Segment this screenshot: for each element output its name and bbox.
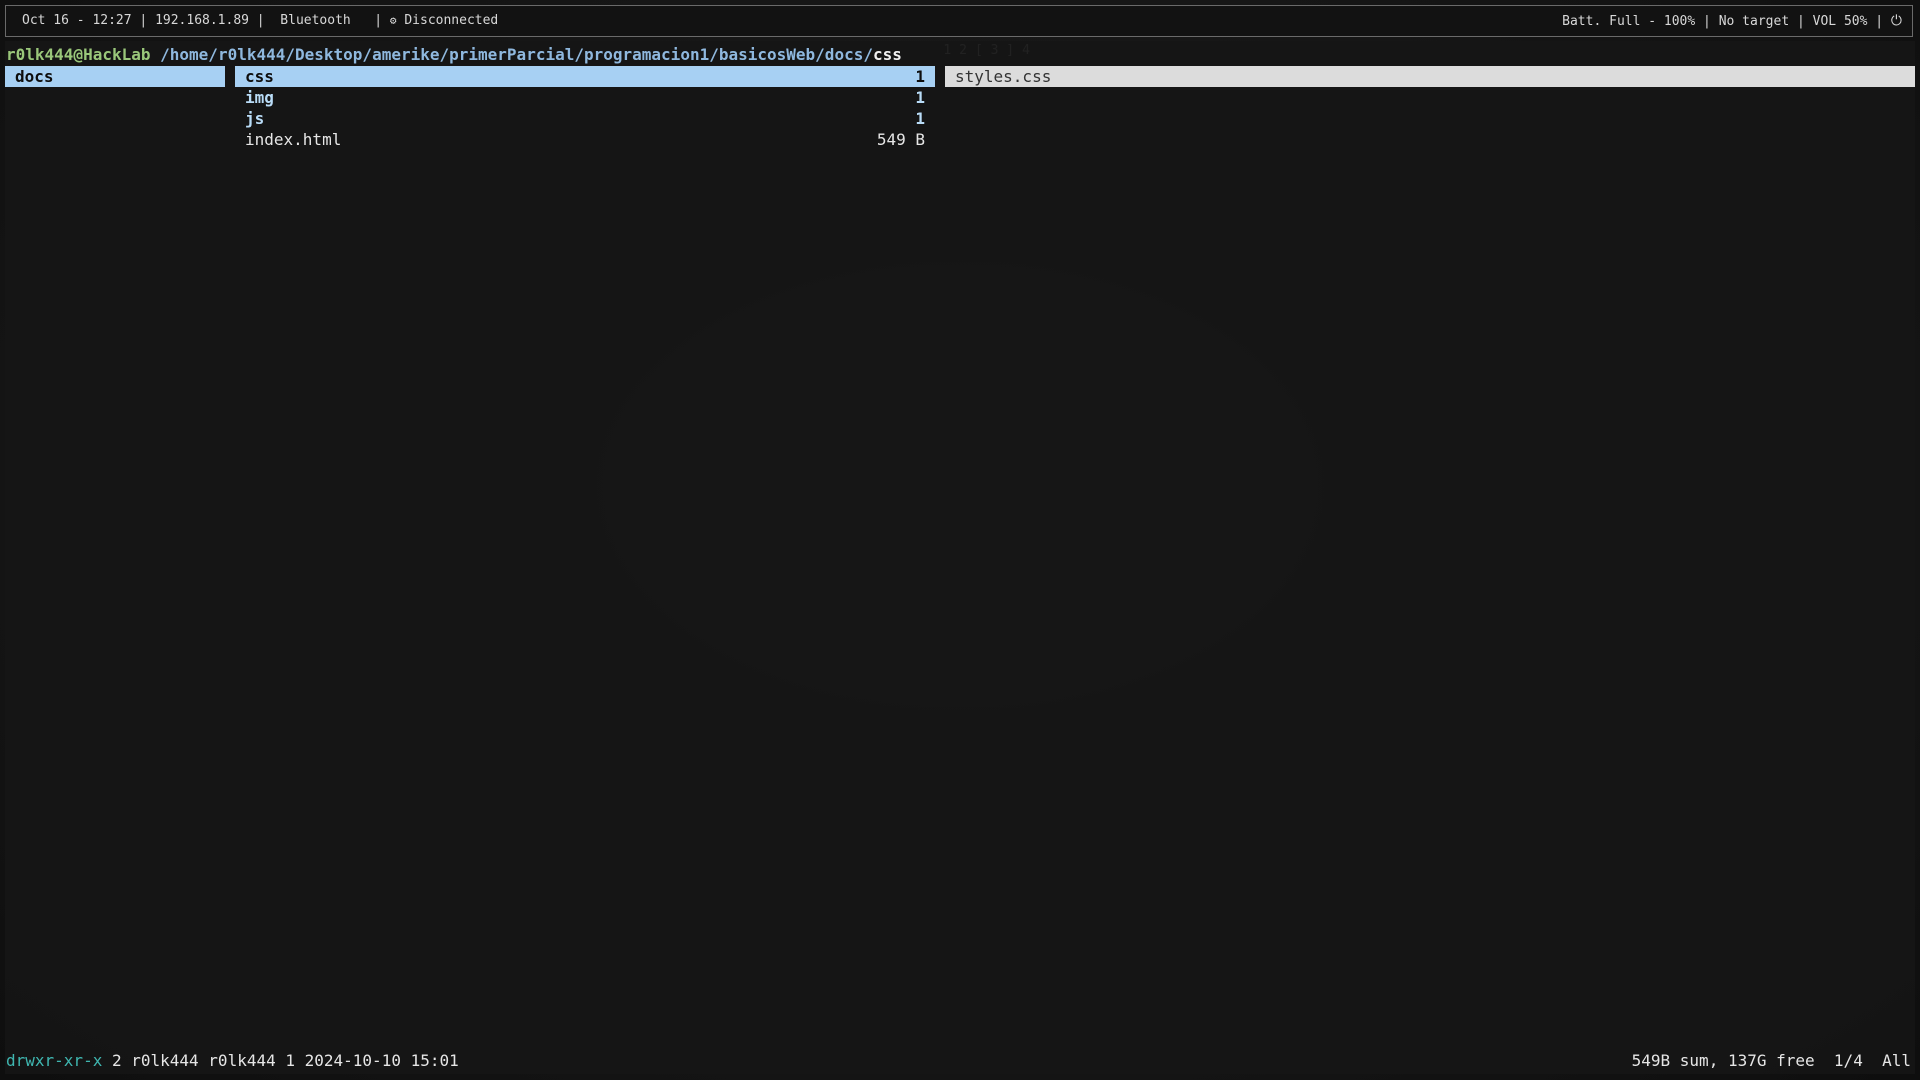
ip-label: 192.168.1.89: [155, 13, 249, 28]
datetime-label: Oct 16 - 12:27: [22, 13, 132, 28]
entry-name: docs: [15, 67, 54, 86]
permissions-label: drwxr-xr-x: [6, 1051, 103, 1070]
list-item[interactable]: styles.css: [945, 66, 1915, 87]
entry-size: 1: [915, 67, 925, 86]
status-bar-right: Batt. Full - 100% | No target | VOL 50% …: [1562, 13, 1902, 29]
terminal-window[interactable]: r0lk444@HackLab /home/r0lk444/Desktop/am…: [5, 41, 1915, 1074]
file-info-status: drwxr-xr-x 2 r0lk444 r0lk444 1 2024-10-1…: [6, 1051, 459, 1071]
battery-label: Batt. Full - 100%: [1562, 14, 1696, 29]
scroll-indicator: All: [1882, 1051, 1911, 1070]
current-column: css 1 img 1 js 1 index.html 549 B: [235, 66, 935, 150]
entry-name: img: [245, 88, 274, 107]
list-item[interactable]: img 1: [235, 87, 935, 108]
position-indicator: 1/4: [1833, 1051, 1863, 1070]
volume-label[interactable]: VOL 50%: [1813, 14, 1868, 29]
gear-icon: ⚙: [389, 14, 397, 27]
entry-name: css: [245, 67, 274, 86]
entry-size: 549 B: [876, 130, 925, 149]
entry-name: styles.css: [955, 67, 1052, 86]
prompt-leaf: css: [872, 45, 902, 64]
list-item[interactable]: docs: [5, 66, 225, 87]
disk-summary: 549B sum, 137G free: [1631, 1051, 1815, 1070]
entry-size: 1: [915, 109, 925, 128]
directory-summary: 549B sum, 137G free 1/4 All: [1632, 1051, 1911, 1071]
parent-column: docs: [5, 66, 225, 87]
entry-name: index.html: [245, 130, 342, 149]
network-status[interactable]: Disconnected: [404, 13, 498, 28]
prompt-path: /home/r0lk444/Desktop/amerike/primerParc…: [160, 45, 873, 64]
bluetooth-label[interactable]: Bluetooth: [280, 13, 350, 28]
list-item[interactable]: index.html 549 B: [235, 129, 935, 150]
prompt-line: r0lk444@HackLab /home/r0lk444/Desktop/am…: [6, 45, 902, 65]
preview-column: styles.css: [945, 66, 1915, 87]
list-item[interactable]: js 1: [235, 108, 935, 129]
list-item[interactable]: css 1: [235, 66, 935, 87]
target-label: No target: [1718, 14, 1790, 29]
entry-size: 1: [915, 88, 925, 107]
prompt-user: r0lk444@HackLab: [6, 45, 151, 64]
status-bar-left: Oct 16 - 12:27 | 192.168.1.89 | Bluetoot…: [22, 13, 499, 28]
power-icon[interactable]: ⏻: [1891, 13, 1902, 29]
file-details: 2 r0lk444 r0lk444 1 2024-10-10 15:01: [111, 1051, 459, 1070]
status-bar: Oct 16 - 12:27 | 192.168.1.89 | Bluetoot…: [5, 5, 1913, 58]
entry-name: js: [245, 109, 265, 128]
